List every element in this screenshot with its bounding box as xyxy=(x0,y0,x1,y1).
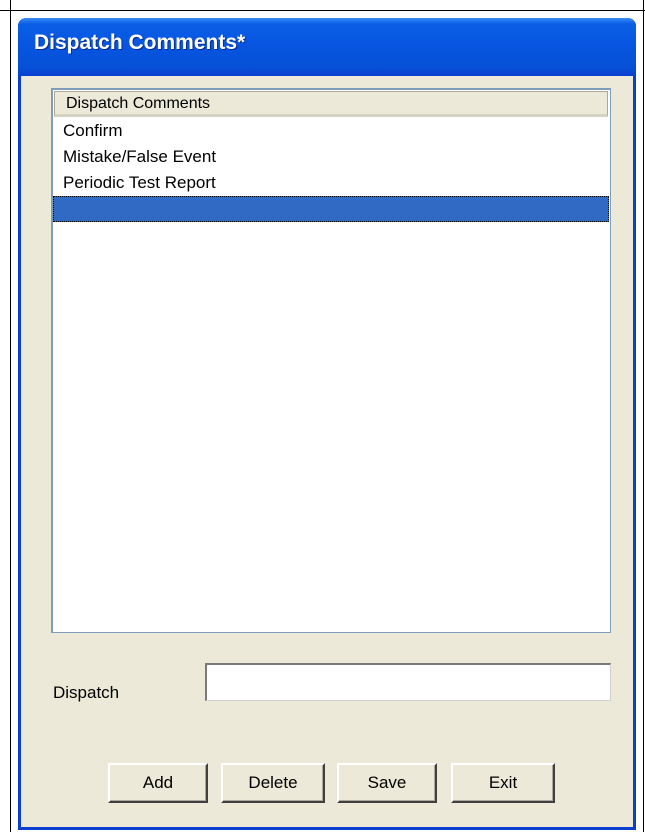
add-button[interactable]: Add xyxy=(108,763,208,803)
dispatch-input[interactable] xyxy=(205,663,611,701)
dispatch-comments-window: Dispatch Comments* Dispatch Comments Con… xyxy=(18,18,636,830)
save-button[interactable]: Save xyxy=(337,763,437,803)
list-item-confirm[interactable]: Confirm xyxy=(53,118,609,144)
frame-rule-right xyxy=(643,0,644,832)
list-body: Confirm Mistake/False Event Periodic Tes… xyxy=(53,118,609,222)
title-bar[interactable]: Dispatch Comments* xyxy=(18,18,636,76)
list-item-mistake-false-event[interactable]: Mistake/False Event xyxy=(53,144,609,170)
dispatch-label: Dispatch xyxy=(53,683,120,702)
delete-button[interactable]: Delete xyxy=(221,763,325,803)
exit-button[interactable]: Exit xyxy=(451,763,555,803)
list-item-periodic-test-report[interactable]: Periodic Test Report xyxy=(53,170,609,196)
column-header-dispatch-comments[interactable]: Dispatch Comments xyxy=(54,91,608,117)
column-header-label: Dispatch Comments xyxy=(66,95,211,112)
window-title: Dispatch Comments* xyxy=(34,31,246,54)
frame-rule-left xyxy=(10,0,11,832)
dispatch-comments-list[interactable]: Dispatch Comments Confirm Mistake/False … xyxy=(51,88,611,633)
frame-rule-top xyxy=(0,10,645,11)
list-item-selected-blank[interactable] xyxy=(53,196,609,222)
